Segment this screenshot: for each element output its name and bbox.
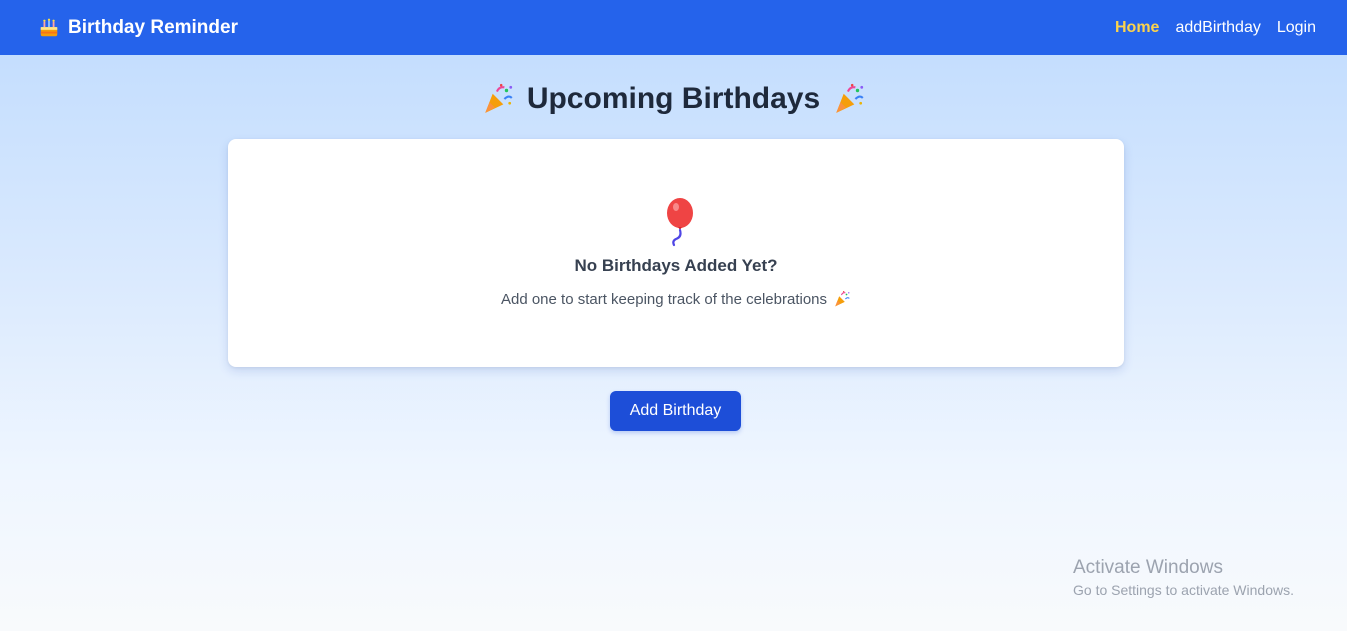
empty-state-subtitle: Add one to start keeping track of the ce… bbox=[228, 290, 1124, 308]
balloon-icon bbox=[667, 198, 693, 247]
add-birthday-button[interactable]: Add Birthday bbox=[610, 391, 741, 431]
empty-state-title: No Birthdays Added Yet? bbox=[574, 256, 778, 275]
empty-state-subtitle-text: Add one to start keeping track of the ce… bbox=[500, 290, 828, 308]
party-popper-icon bbox=[485, 83, 513, 113]
page-title-text: Upcoming Birthdays bbox=[526, 82, 821, 115]
nav-link-home[interactable]: Home bbox=[1115, 19, 1159, 37]
party-popper-icon bbox=[835, 291, 850, 307]
cake-icon bbox=[40, 18, 58, 36]
page-title: Upcoming Birthdays bbox=[0, 80, 1347, 118]
empty-state-card: No Birthdays Added Yet? Add one to start… bbox=[228, 139, 1124, 367]
brand[interactable]: Birthday Reminder bbox=[38, 17, 238, 39]
party-popper-icon bbox=[836, 83, 864, 113]
nav-link-add-birthday[interactable]: addBirthday bbox=[1175, 19, 1260, 37]
windows-activation-watermark: Activate Windows Go to Settings to activ… bbox=[1073, 557, 1294, 601]
nav-links: Home addBirthday Login bbox=[1115, 19, 1316, 37]
navbar: Birthday Reminder Home addBirthday Login bbox=[0, 0, 1347, 55]
watermark-title: Activate Windows bbox=[1073, 557, 1223, 578]
brand-label: Birthday Reminder bbox=[68, 16, 238, 38]
watermark-subtitle: Go to Settings to activate Windows. bbox=[1073, 582, 1294, 598]
nav-link-login[interactable]: Login bbox=[1277, 19, 1316, 37]
